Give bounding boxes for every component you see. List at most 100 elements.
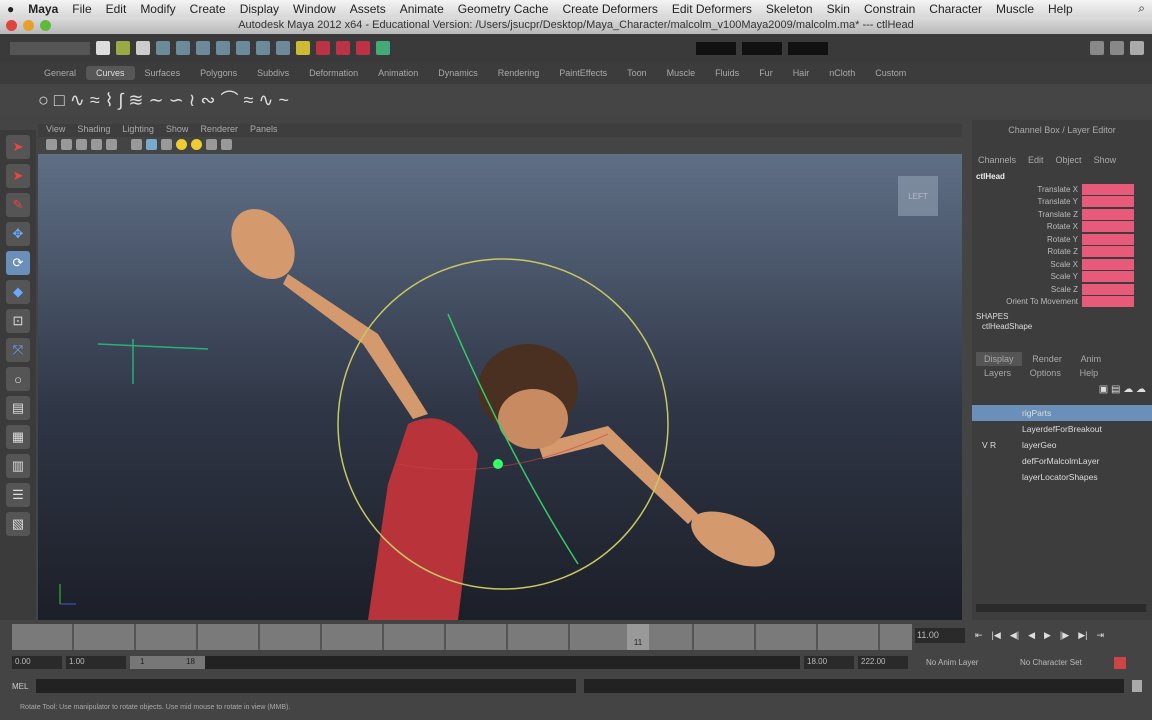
shelf-tab[interactable]: Deformation bbox=[299, 66, 368, 80]
select-object-icon[interactable] bbox=[176, 41, 190, 55]
history-icon[interactable] bbox=[296, 41, 310, 55]
channel-value-field[interactable] bbox=[1082, 271, 1134, 283]
shelf-tab-active[interactable]: Curves bbox=[86, 66, 135, 80]
shelf-tab[interactable]: Hair bbox=[783, 66, 820, 80]
graph-layout-icon[interactable]: ▧ bbox=[6, 512, 30, 536]
wireframe-icon[interactable] bbox=[131, 139, 142, 150]
scale-tool-icon[interactable]: ◆ bbox=[6, 280, 30, 304]
ipr-render-icon[interactable] bbox=[336, 41, 350, 55]
close-button[interactable] bbox=[6, 20, 17, 31]
show-menu[interactable]: Show bbox=[1094, 155, 1117, 165]
menu-maya[interactable]: Maya bbox=[21, 2, 65, 16]
apple-icon[interactable]: ● bbox=[0, 2, 21, 16]
tab-render[interactable]: Render bbox=[1024, 352, 1070, 366]
play-forwards-button[interactable]: ▶ bbox=[1044, 630, 1051, 641]
tab-anim[interactable]: Anim bbox=[1073, 352, 1110, 366]
object-menu[interactable]: Object bbox=[1056, 155, 1082, 165]
step-back-key-button[interactable]: |◀ bbox=[992, 630, 1001, 641]
panel-menu-panels[interactable]: Panels bbox=[250, 124, 278, 137]
panel-menu-lighting[interactable]: Lighting bbox=[122, 124, 154, 137]
shelf-tab[interactable]: Animation bbox=[368, 66, 428, 80]
input-field[interactable] bbox=[696, 41, 736, 55]
menu-skin[interactable]: Skin bbox=[820, 2, 857, 16]
step-forward-frame-button[interactable]: |▶ bbox=[1060, 630, 1069, 641]
toggle-channel-box-icon[interactable] bbox=[1130, 41, 1144, 55]
layer-scrollbar[interactable] bbox=[976, 604, 1146, 612]
channel-row[interactable]: Translate X bbox=[972, 183, 1152, 196]
zoom-button[interactable] bbox=[40, 20, 51, 31]
camera-attributes-icon[interactable] bbox=[61, 139, 72, 150]
shelf-tab[interactable]: PaintEffects bbox=[549, 66, 617, 80]
lasso-tool-icon[interactable]: ➤ bbox=[6, 164, 30, 188]
shape-name[interactable]: ctlHeadShape bbox=[972, 321, 1152, 332]
step-back-frame-button[interactable]: ◀| bbox=[1010, 630, 1019, 641]
menu-set-dropdown[interactable] bbox=[10, 41, 90, 55]
command-language-label[interactable]: MEL bbox=[12, 682, 28, 691]
channel-value-field[interactable] bbox=[1082, 296, 1134, 308]
create-layer-from-selected-icon[interactable]: ☁ bbox=[1136, 384, 1146, 395]
shelf-tab[interactable]: Fur bbox=[749, 66, 783, 80]
open-scene-icon[interactable] bbox=[116, 41, 130, 55]
toggle-attribute-editor-icon[interactable] bbox=[1090, 41, 1104, 55]
select-camera-icon[interactable] bbox=[46, 139, 57, 150]
four-pane-layout-icon[interactable]: ▦ bbox=[6, 425, 30, 449]
menu-character[interactable]: Character bbox=[922, 2, 989, 16]
panel-menu-renderer[interactable]: Renderer bbox=[200, 124, 238, 137]
range-slider[interactable]: 1 18 bbox=[130, 656, 800, 669]
shelf-tab[interactable]: Toon bbox=[617, 66, 657, 80]
smooth-shade-icon[interactable] bbox=[146, 139, 157, 150]
input-line-icon[interactable] bbox=[376, 41, 390, 55]
menu-assets[interactable]: Assets bbox=[343, 2, 393, 16]
image-plane-icon[interactable] bbox=[91, 139, 102, 150]
menu-muscle[interactable]: Muscle bbox=[989, 2, 1041, 16]
help-menu[interactable]: Help bbox=[1072, 366, 1107, 380]
shelf-tab[interactable]: Subdivs bbox=[247, 66, 299, 80]
new-scene-icon[interactable] bbox=[96, 41, 110, 55]
select-tool-icon[interactable]: ➤ bbox=[6, 135, 30, 159]
outliner-layout-icon[interactable]: ☰ bbox=[6, 483, 30, 507]
anim-layer-dropdown[interactable]: No Anim Layer bbox=[926, 658, 1016, 667]
channel-row[interactable]: Rotate X bbox=[972, 221, 1152, 234]
channel-value-field[interactable] bbox=[1082, 196, 1134, 208]
menu-window[interactable]: Window bbox=[286, 2, 343, 16]
textured-icon[interactable] bbox=[161, 139, 172, 150]
start-time-field[interactable]: 0.00 bbox=[12, 656, 62, 669]
play-backwards-button[interactable]: ◀ bbox=[1028, 630, 1035, 641]
command-input[interactable] bbox=[36, 679, 577, 693]
perspective-viewport[interactable]: LEFT bbox=[38, 154, 962, 620]
snap-grid-icon[interactable] bbox=[216, 41, 230, 55]
channel-value-field[interactable] bbox=[1082, 208, 1134, 220]
playback-start-field[interactable]: 1.00 bbox=[66, 656, 126, 669]
channel-value-field[interactable] bbox=[1082, 283, 1134, 295]
shadows-icon[interactable] bbox=[191, 139, 202, 150]
menu-skeleton[interactable]: Skeleton bbox=[759, 2, 820, 16]
step-forward-key-button[interactable]: ▶| bbox=[1078, 630, 1087, 641]
panel-menu-view[interactable]: View bbox=[46, 124, 65, 137]
options-menu[interactable]: Options bbox=[1022, 366, 1069, 380]
layer-item[interactable]: defForMalcolmLayer bbox=[972, 453, 1152, 469]
channel-row[interactable]: Scale X bbox=[972, 258, 1152, 271]
current-time-field[interactable]: 11.00 bbox=[915, 628, 965, 643]
two-pane-layout-icon[interactable]: ▥ bbox=[6, 454, 30, 478]
move-tool-icon[interactable]: ✥ bbox=[6, 222, 30, 246]
single-pane-layout-icon[interactable]: ▤ bbox=[6, 396, 30, 420]
last-tool-icon[interactable]: ○ bbox=[6, 367, 30, 391]
grid-icon[interactable] bbox=[106, 139, 117, 150]
channel-row[interactable]: Rotate Y bbox=[972, 233, 1152, 246]
xray-icon[interactable] bbox=[221, 139, 232, 150]
menu-geometry-cache[interactable]: Geometry Cache bbox=[451, 2, 556, 16]
snap-surface-icon[interactable] bbox=[276, 41, 290, 55]
channel-value-field[interactable] bbox=[1082, 221, 1134, 233]
layer-item[interactable]: layerLocatorShapes bbox=[972, 469, 1152, 485]
save-scene-icon[interactable] bbox=[136, 41, 150, 55]
playback-end-field[interactable]: 18.00 bbox=[804, 656, 854, 669]
shelf-tab[interactable]: nCloth bbox=[819, 66, 865, 80]
script-editor-icon[interactable] bbox=[1132, 680, 1142, 692]
create-layer-icon[interactable]: ☁ bbox=[1123, 384, 1133, 395]
search-icon[interactable]: ⌕ bbox=[1131, 1, 1152, 16]
render-settings-icon[interactable] bbox=[356, 41, 370, 55]
curve-tool-icons[interactable]: ○ □ ∿ ≈ ⌇ ∫ ≋ ∼ ∽ ≀ ∾ ⌒ ≈ ∿ ~ bbox=[38, 86, 289, 112]
menu-animate[interactable]: Animate bbox=[393, 2, 451, 16]
channel-value-field[interactable] bbox=[1082, 246, 1134, 258]
shelf-tab[interactable]: Polygons bbox=[190, 66, 247, 80]
